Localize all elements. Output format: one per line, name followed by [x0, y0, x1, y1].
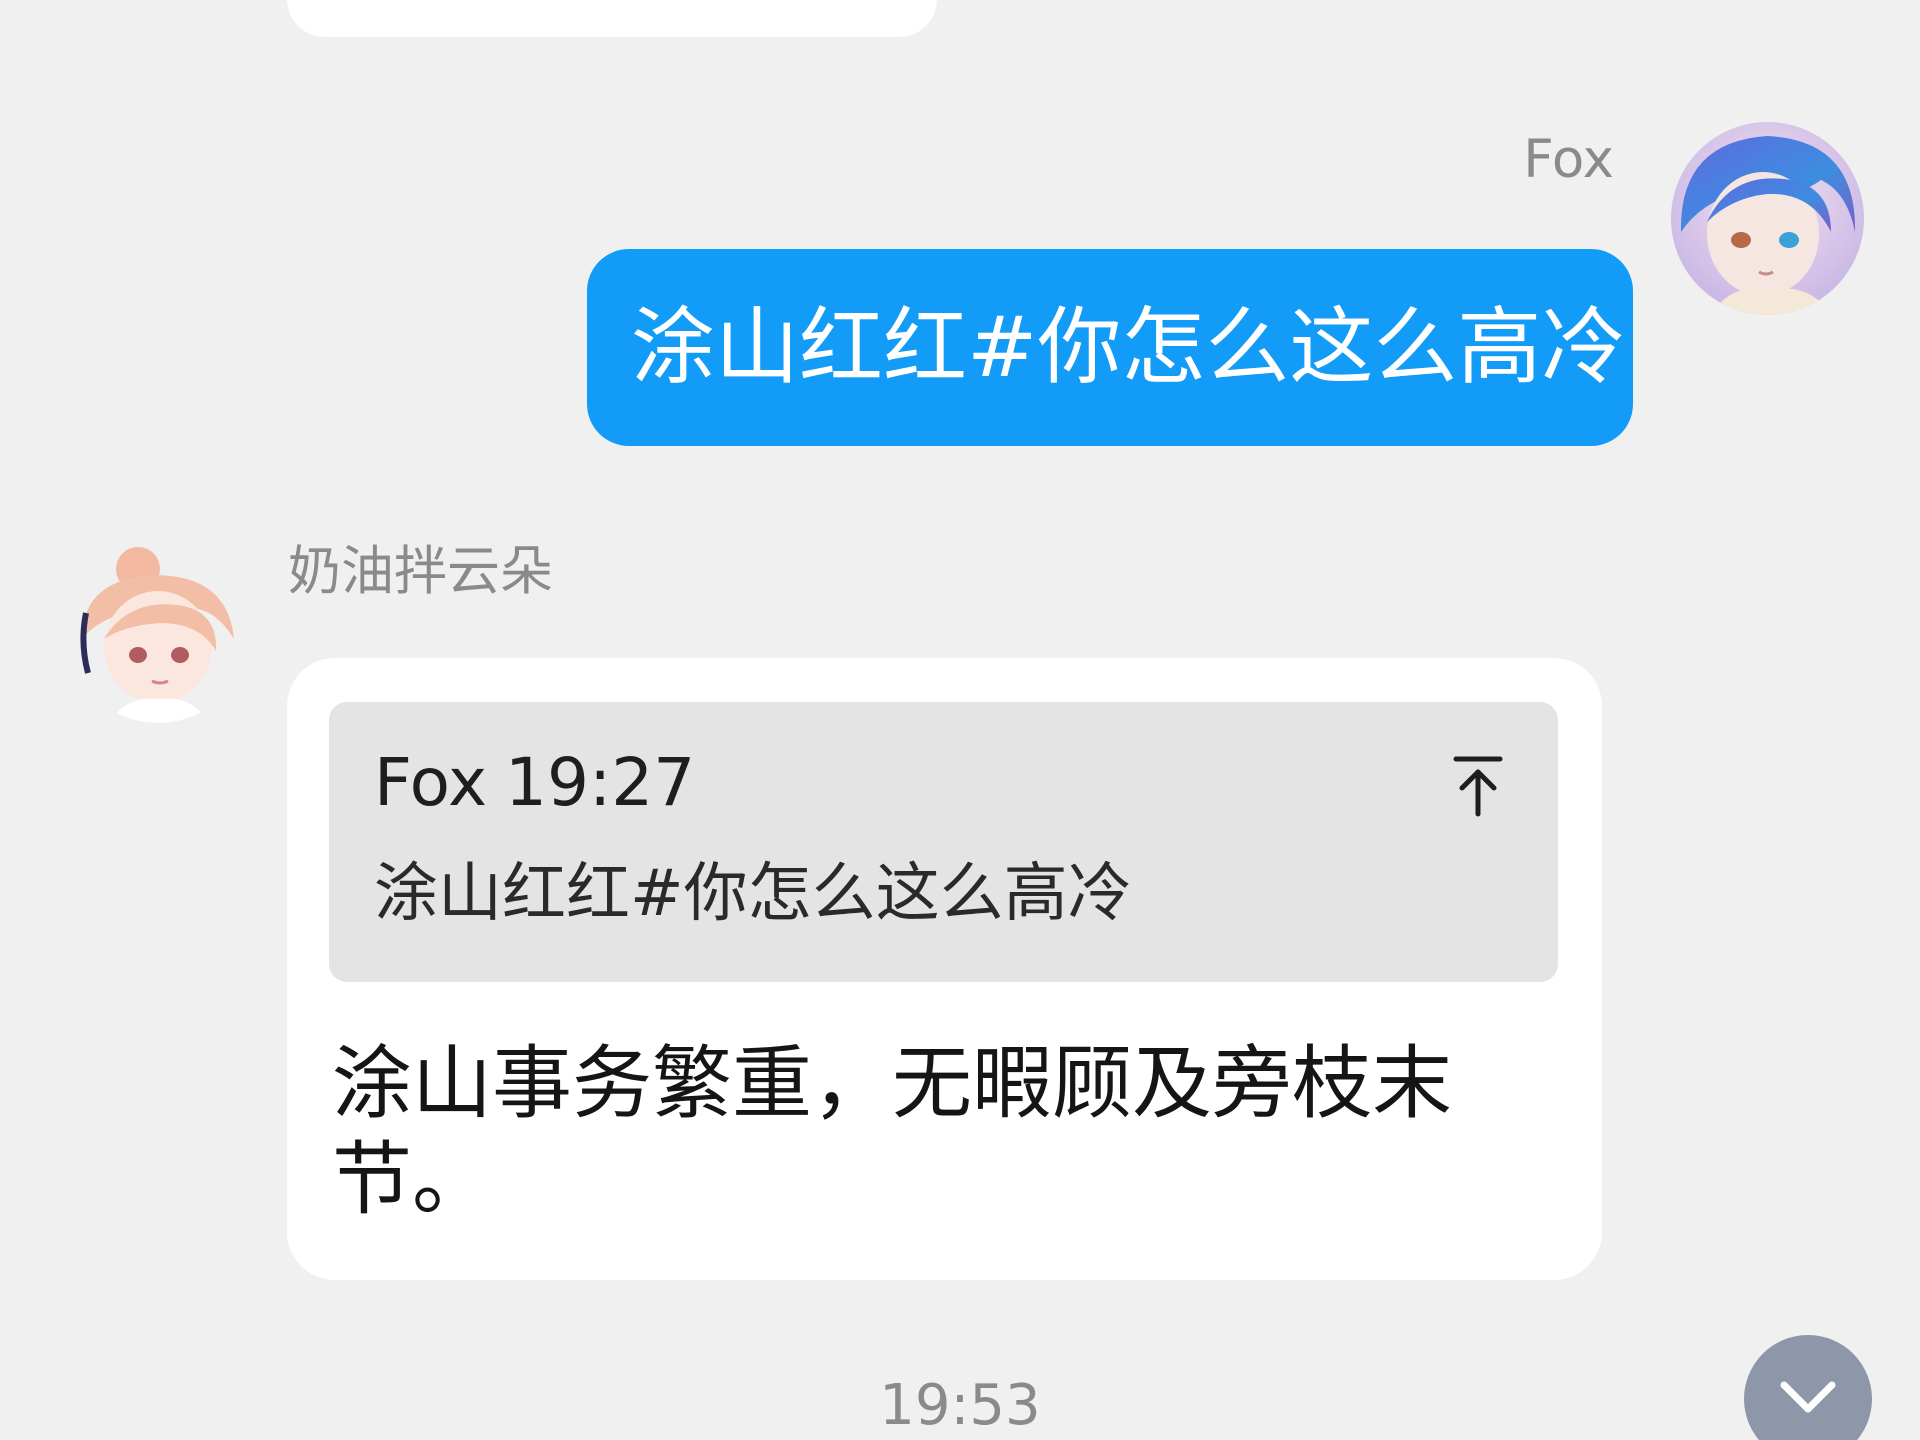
chevron-down-icon: [1780, 1381, 1836, 1413]
quote-author: Fox: [374, 744, 488, 821]
message-timestamp: 19:53: [879, 1373, 1041, 1438]
outgoing-message-bubble[interactable]: 涂山红红#你怎么这么高冷: [587, 249, 1633, 446]
previous-message-bubble[interactable]: [287, 0, 937, 37]
scroll-to-bottom-button[interactable]: [1744, 1335, 1872, 1440]
quote-time: 19:27: [505, 744, 696, 821]
incoming-message-bubble[interactable]: Fox 19:27 涂山红红#你怎么这么高冷 涂山事务繁重，无暇顾及旁枝末节。: [287, 658, 1602, 1280]
arrow-up-to-line-icon[interactable]: [1450, 754, 1506, 818]
avatar-fox[interactable]: [1671, 122, 1864, 315]
avatar-naiyou[interactable]: [68, 543, 248, 723]
chat-view: Fox 涂山红红#你怎么这么高冷 奶油拌云朵 Fox 19:27 涂山红红#你怎…: [0, 0, 1920, 1440]
sender-name-naiyou: 奶油拌云朵: [288, 541, 553, 602]
quote-meta: Fox 19:27: [374, 750, 695, 816]
reply-text: 涂山事务繁重，无暇顾及旁枝末节。: [332, 1037, 1452, 1226]
sender-name-fox: Fox: [1523, 129, 1614, 190]
quoted-message[interactable]: Fox 19:27 涂山红红#你怎么这么高冷: [329, 702, 1558, 982]
quote-text: 涂山红红#你怎么这么高冷: [374, 857, 1132, 931]
